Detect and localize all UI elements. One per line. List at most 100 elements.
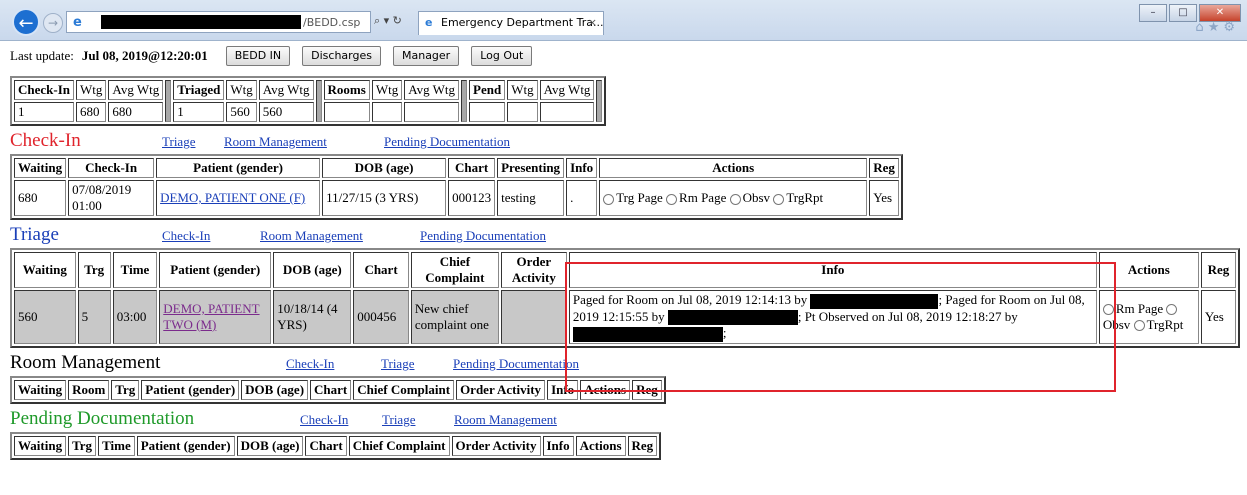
col-header: Reg [627, 435, 658, 456]
checkin-cell: 07/08/2019 01:00 [68, 180, 155, 216]
summary-cell [469, 102, 506, 122]
pending-link-room-management[interactable]: Room Management [454, 412, 557, 428]
pending-table: Waiting Trg Time Patient (gender) DOB (a… [10, 431, 662, 460]
summary-header: Avg Wtg [539, 80, 595, 100]
trgrpt-radio[interactable]: TrgRpt [1133, 317, 1183, 332]
home-icon[interactable]: ⌂ [1195, 20, 1207, 35]
col-header: Info [566, 158, 598, 178]
triage-link-pending[interactable]: Pending Documentation [420, 228, 546, 244]
summary-header: Pend [469, 80, 506, 100]
checkin-section-header: Check-In Triage Room Management Pending … [10, 130, 1240, 154]
col-header: Order Activity [456, 379, 546, 400]
summary-header: Wtg [507, 80, 538, 100]
trg-cell: 5 [77, 290, 111, 344]
col-header: Reg [869, 158, 899, 178]
reg-cell: Yes [869, 180, 899, 216]
actions-cell: Trg Page Rm Page Obsv TrgRpt [599, 180, 868, 216]
room-link-pending[interactable]: Pending Documentation [453, 356, 579, 372]
waiting-cell: 560 [14, 290, 76, 344]
col-header: DOB (age) [241, 379, 309, 400]
waiting-cell: 680 [14, 180, 67, 216]
checkin-link-pending[interactable]: Pending Documentation [384, 134, 510, 150]
summary-divider [165, 80, 172, 122]
ie-logo-icon: e [73, 15, 82, 30]
room-title: Room Management [10, 351, 161, 373]
col-header: Patient (gender) [136, 435, 235, 456]
toolbar-icons: ⌂★⚙ [1195, 20, 1239, 35]
highlight-box [565, 262, 1116, 392]
summary-cell [404, 102, 460, 122]
obsv-radio[interactable]: Obsv [729, 190, 770, 205]
browser-chrome: ← → e /BEDD.csp ⌕ ▾ ↻ e Emergency Depart… [0, 0, 1247, 41]
col-header: Actions [575, 435, 626, 456]
gear-icon[interactable]: ⚙ [1223, 20, 1239, 35]
log-out-button[interactable]: Log Out [471, 46, 533, 66]
triage-link-room-management[interactable]: Room Management [260, 228, 420, 244]
triage-link-checkin[interactable]: Check-In [162, 228, 260, 244]
summary-cell [539, 102, 595, 122]
manager-button[interactable]: Manager [392, 46, 460, 66]
col-header: Trg [77, 252, 111, 288]
col-header: DOB (age) [236, 435, 304, 456]
chart-cell: 000456 [353, 290, 409, 344]
summary-cell: 560 [258, 102, 314, 122]
col-header: Trg [111, 379, 140, 400]
col-header: Chief Complaint [410, 252, 499, 288]
col-header: Presenting [497, 158, 565, 178]
summary-cell: 680 [108, 102, 164, 122]
browser-tab[interactable]: e Emergency Department Tra... × [418, 11, 604, 35]
triage-title: Triage [10, 224, 59, 245]
summary-cell: 560 [226, 102, 257, 122]
col-header: Waiting [14, 158, 67, 178]
rm-page-radio[interactable]: Rm Page [666, 190, 726, 205]
summary-cell: 1 [14, 102, 75, 122]
checkin-link-triage[interactable]: Triage [162, 134, 224, 150]
discharges-button[interactable]: Discharges [302, 46, 381, 66]
reg-cell: Yes [1200, 290, 1236, 344]
col-header: Chief Complaint [348, 435, 450, 456]
summary-header: Avg Wtg [258, 80, 314, 100]
col-header: Chief Complaint [353, 379, 455, 400]
summary-cell [507, 102, 538, 122]
address-bar[interactable]: e /BEDD.csp [66, 11, 371, 33]
summary-header: Triaged [173, 80, 225, 100]
col-header: Actions [599, 158, 868, 178]
header-bar: Last update: Jul 08, 2019@12:20:01 BEDD … [10, 44, 1240, 68]
address-tools[interactable]: ⌕ ▾ ↻ [374, 14, 402, 28]
col-header: DOB (age) [273, 252, 352, 288]
room-link-checkin[interactable]: Check-In [286, 356, 381, 372]
patient-link[interactable]: DEMO, PATIENT TWO (M) [159, 290, 272, 344]
summary-header: Wtg [371, 80, 403, 100]
trg-page-radio[interactable]: Trg Page [603, 190, 663, 205]
last-update-label: Last update: [10, 48, 74, 63]
col-header: Trg [68, 435, 97, 456]
pending-link-triage[interactable]: Triage [382, 412, 454, 428]
page-content: Last update: Jul 08, 2019@12:20:01 BEDD … [10, 44, 1240, 460]
order-cell [500, 290, 567, 344]
bedd-in-button[interactable]: BEDD IN [225, 46, 291, 66]
dob-cell: 11/27/15 (3 YRS) [322, 180, 447, 216]
col-header: Time [112, 252, 158, 288]
patient-link[interactable]: DEMO, PATIENT ONE (F) [156, 180, 321, 216]
summary-table: Check-In Wtg Avg Wtg Triaged Wtg Avg Wtg… [10, 76, 607, 126]
minimize-icon[interactable]: – [1139, 4, 1167, 22]
checkin-link-room-management[interactable]: Room Management [224, 134, 384, 150]
col-header: Patient (gender) [141, 379, 240, 400]
back-arrow-icon[interactable]: ← [12, 8, 40, 36]
col-header: DOB (age) [322, 158, 447, 178]
summary-cell: 680 [76, 102, 107, 122]
room-link-triage[interactable]: Triage [381, 356, 453, 372]
col-header: Chart [353, 252, 409, 288]
favorites-star-icon[interactable]: ★ [1208, 20, 1224, 35]
tab-close-icon[interactable]: × [588, 12, 597, 34]
col-header: Info [542, 435, 574, 456]
maximize-icon[interactable]: □ [1169, 4, 1197, 22]
forward-arrow-icon[interactable]: → [43, 13, 63, 33]
summary-header: Wtg [76, 80, 107, 100]
summary-header: Check-In [14, 80, 75, 100]
pending-link-checkin[interactable]: Check-In [300, 412, 382, 428]
col-header: Time [98, 435, 135, 456]
trgrpt-radio[interactable]: TrgRpt [773, 190, 823, 205]
col-header: Reg [1200, 252, 1236, 288]
summary-divider [461, 80, 468, 122]
